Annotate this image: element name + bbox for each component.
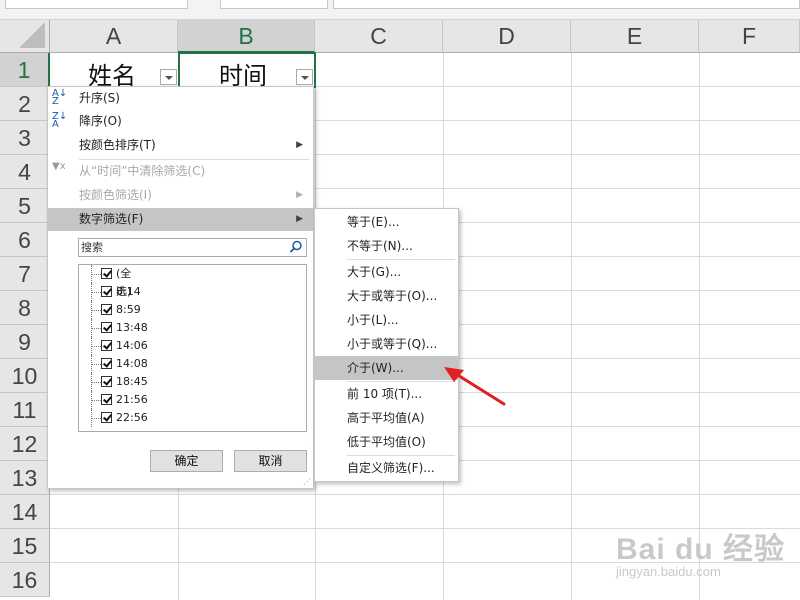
filter-value-list: (全选) 8:14 8:59 13:48 14:06 14:08 18:45 2…: [78, 264, 307, 432]
submenu-item-less-or-equal[interactable]: 小于或等于(Q)...: [315, 332, 458, 356]
clear-filter-item: ▼x 从“时间”中清除筛选(C): [48, 160, 313, 183]
ok-button[interactable]: 确定: [150, 450, 223, 472]
row-header-9[interactable]: 9: [0, 325, 50, 359]
row-header-4[interactable]: 4: [0, 155, 50, 189]
submenu-item-top-10[interactable]: 前 10 项(T)...: [315, 382, 458, 406]
cancel-button[interactable]: 取消: [234, 450, 307, 472]
gridline: [571, 53, 572, 600]
row-header-16[interactable]: 16: [0, 563, 50, 597]
row-header-7[interactable]: 7: [0, 257, 50, 291]
submenu-item-between[interactable]: 介于(W)...: [315, 356, 458, 380]
submenu-arrow-icon: ▶: [296, 140, 303, 150]
filter-dropdown-button-a[interactable]: [160, 69, 177, 85]
clear-filter-icon: ▼x: [52, 161, 66, 172]
submenu-item-less-than[interactable]: 小于(L)...: [315, 308, 458, 332]
column-header-b[interactable]: B: [178, 20, 315, 53]
search-icon: [289, 240, 302, 253]
row-header-5[interactable]: 5: [0, 189, 50, 223]
row-header-1[interactable]: 1: [0, 53, 50, 87]
sort-by-color-item[interactable]: 按颜色排序(T) ▶: [48, 134, 313, 157]
filter-by-color-label: 按颜色筛选(I): [79, 188, 152, 202]
number-filter-item[interactable]: 数字筛选(F) ▶: [48, 208, 313, 231]
row-header-15[interactable]: 15: [0, 529, 50, 563]
number-filter-submenu: 等于(E)... 不等于(N)... 大于(G)... 大于或等于(O)... …: [314, 208, 459, 482]
submenu-item-greater-or-equal[interactable]: 大于或等于(O)...: [315, 284, 458, 308]
row-header-10[interactable]: 10: [0, 359, 50, 393]
checkbox-checked[interactable]: [101, 304, 112, 315]
clear-filter-label: 从“时间”中清除筛选(C): [79, 164, 206, 178]
sort-ascending-label: 升序(S): [79, 91, 120, 105]
search-placeholder: 搜索: [81, 241, 103, 254]
checkbox-checked[interactable]: [101, 394, 112, 405]
sort-descending-icon: Z↓ A: [52, 111, 68, 130]
number-filter-label: 数字筛选(F): [79, 212, 144, 226]
checkbox-checked[interactable]: [101, 286, 112, 297]
submenu-arrow-icon: ▶: [296, 190, 303, 200]
row-header-6[interactable]: 6: [0, 223, 50, 257]
sort-descending-item[interactable]: Z↓ A 降序(O): [48, 110, 313, 133]
select-all-corner[interactable]: [0, 20, 50, 53]
submenu-item-greater-than[interactable]: 大于(G)...: [315, 260, 458, 284]
watermark-site: jingyan.baidu.com: [616, 564, 721, 579]
checkbox-checked[interactable]: [101, 340, 112, 351]
column-header-c[interactable]: C: [315, 20, 443, 53]
filter-dropdown-button-b[interactable]: [296, 69, 313, 85]
gridline: [50, 494, 800, 495]
formula-bar-area: [0, 0, 800, 20]
sort-ascending-item[interactable]: A↓ Z 升序(S): [48, 87, 313, 110]
resize-grip-icon[interactable]: ⋰: [303, 478, 311, 486]
checkbox-checked[interactable]: [101, 268, 112, 279]
sort-ascending-icon: A↓ Z: [52, 88, 68, 107]
checkbox-checked[interactable]: [101, 412, 112, 423]
filter-by-color-item: 按颜色筛选(I) ▶: [48, 184, 313, 207]
row-header-13[interactable]: 13: [0, 461, 50, 495]
submenu-item-equals[interactable]: 等于(E)...: [315, 210, 458, 234]
submenu-arrow-icon: ▶: [296, 214, 303, 224]
sort-descending-label: 降序(O): [79, 114, 122, 128]
column-header-d[interactable]: D: [443, 20, 571, 53]
toolbar-box[interactable]: [220, 0, 328, 9]
row-header-2[interactable]: 2: [0, 87, 50, 121]
row-header-11[interactable]: 11: [0, 393, 50, 427]
checkbox-checked[interactable]: [101, 358, 112, 369]
autofilter-panel: A↓ Z 升序(S) Z↓ A 降序(O) 按颜色排序(T) ▶ ▼x 从“时间”中…: [47, 86, 314, 489]
submenu-item-custom-filter[interactable]: 自定义筛选(F)...: [315, 456, 458, 480]
row-header-14[interactable]: 14: [0, 495, 50, 529]
annotation-arrow-icon: [444, 367, 506, 406]
column-header-a[interactable]: A: [50, 20, 178, 53]
row-header-3[interactable]: 3: [0, 121, 50, 155]
column-header-f[interactable]: F: [699, 20, 800, 53]
baidu-watermark: Bai du 经验 jingyan.baidu.com: [590, 510, 790, 590]
checkbox-checked[interactable]: [101, 376, 112, 387]
watermark-logo: Bai du 经验: [616, 533, 786, 566]
row-header-12[interactable]: 12: [0, 427, 50, 461]
row-header-8[interactable]: 8: [0, 291, 50, 325]
checkbox-checked[interactable]: [101, 322, 112, 333]
submenu-item-above-average[interactable]: 高于平均值(A): [315, 406, 458, 430]
submenu-item-not-equals[interactable]: 不等于(N)...: [315, 234, 458, 258]
column-header-e[interactable]: E: [571, 20, 699, 53]
sort-by-color-label: 按颜色排序(T): [79, 138, 156, 152]
submenu-item-below-average[interactable]: 低于平均值(O): [315, 430, 458, 454]
formula-input[interactable]: [333, 0, 800, 9]
name-box[interactable]: [5, 0, 188, 9]
search-input[interactable]: 搜索: [78, 238, 307, 257]
